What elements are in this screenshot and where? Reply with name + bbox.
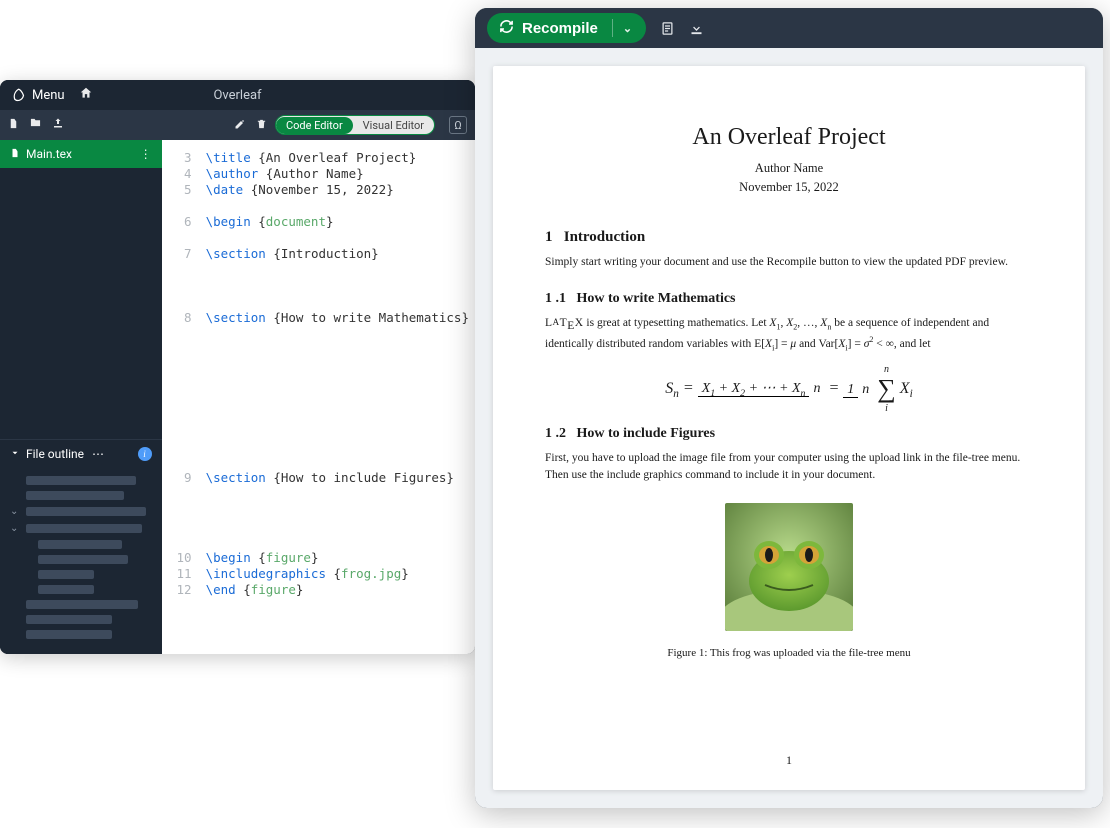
editor-body: Main.tex ⋮ File outline ⋯ i ⌄ ⌄: [0, 140, 475, 654]
outline-item[interactable]: [10, 597, 152, 612]
outline-items: ⌄ ⌄: [0, 467, 162, 654]
document-author: Author Name: [545, 161, 1033, 176]
info-icon[interactable]: i: [138, 447, 152, 461]
recompile-button[interactable]: Recompile ⌄: [487, 13, 646, 43]
outline-item[interactable]: ⌄: [10, 520, 152, 537]
editor-window: Menu Overleaf Code Editor Visual Editor …: [0, 80, 475, 654]
frog-image: [725, 503, 853, 631]
app-title: Overleaf: [213, 88, 261, 103]
code-lines[interactable]: \title {An Overleaf Project}\author {Aut…: [200, 140, 475, 654]
chevron-down-icon: [10, 447, 20, 461]
outline-item[interactable]: [10, 582, 152, 597]
figure-caption: Figure 1: This frog was uploaded via the…: [545, 647, 1033, 659]
outline-item[interactable]: [10, 473, 152, 488]
file-outline-panel: File outline ⋯ i ⌄ ⌄: [0, 439, 162, 654]
rename-icon[interactable]: [234, 118, 246, 133]
subsection-body: First, you have to upload the image file…: [545, 450, 1033, 483]
pdf-window: Recompile ⌄ An Overleaf Project Author N…: [475, 8, 1103, 808]
overleaf-logo-icon: [10, 87, 26, 103]
outline-item[interactable]: [10, 627, 152, 642]
file-item-main[interactable]: Main.tex ⋮: [0, 140, 162, 168]
pdf-toolbar: Recompile ⌄: [475, 8, 1103, 48]
code-editor[interactable]: 3456789101112 \title {An Overleaf Projec…: [162, 140, 475, 654]
outline-item[interactable]: [10, 567, 152, 582]
pdf-viewport[interactable]: An Overleaf Project Author Name November…: [475, 48, 1103, 808]
outline-item[interactable]: [10, 537, 152, 552]
document-title: An Overleaf Project: [545, 124, 1033, 151]
home-icon[interactable]: [79, 86, 93, 104]
outline-item[interactable]: ⌄: [10, 503, 152, 520]
new-file-icon[interactable]: [8, 117, 19, 133]
section-body: Simply start writing your document and u…: [545, 254, 1033, 271]
pdf-page: An Overleaf Project Author Name November…: [493, 66, 1085, 790]
outline-item[interactable]: [10, 552, 152, 567]
chevron-down-icon: ⌄: [10, 523, 20, 534]
editor-toolbar: Code Editor Visual Editor Ω: [0, 110, 475, 140]
equation: Sn = X1 + X2 + ⋯ + Xnn = 1n n∑i Xi: [545, 374, 1033, 404]
delete-icon[interactable]: [256, 118, 267, 133]
page-number: 1: [786, 753, 792, 768]
file-menu-icon[interactable]: ⋮: [140, 147, 152, 161]
editor-topbar: Menu Overleaf: [0, 80, 475, 110]
editor-mode-toggle: Code Editor Visual Editor: [275, 115, 435, 135]
line-gutter: 3456789101112: [162, 140, 200, 654]
upload-icon[interactable]: [52, 117, 64, 133]
new-folder-icon[interactable]: [29, 117, 42, 133]
logs-icon[interactable]: [660, 20, 675, 37]
outline-item[interactable]: [10, 488, 152, 503]
download-icon[interactable]: [689, 21, 704, 36]
special-char-button[interactable]: Ω: [449, 116, 467, 134]
subsection-body: LATEX is great at typesetting mathematic…: [545, 315, 1033, 354]
recompile-label: Recompile: [522, 20, 598, 37]
visual-editor-tab[interactable]: Visual Editor: [353, 117, 434, 134]
section-heading: 1 Introduction: [545, 229, 1033, 246]
outline-item[interactable]: [10, 612, 152, 627]
menu-button[interactable]: Menu: [10, 87, 65, 103]
file-sidebar: Main.tex ⋮ File outline ⋯ i ⌄ ⌄: [0, 140, 162, 654]
chevron-down-icon: ⌄: [623, 22, 632, 35]
subsection-heading: 1 .1 How to write Mathematics: [545, 291, 1033, 307]
subsection-heading: 1 .2 How to include Figures: [545, 426, 1033, 442]
chevron-down-icon: ⌄: [10, 506, 20, 517]
document-date: November 15, 2022: [545, 180, 1033, 195]
file-name: Main.tex: [26, 147, 72, 161]
code-editor-tab[interactable]: Code Editor: [276, 117, 353, 134]
figure: Figure 1: This frog was uploaded via the…: [545, 503, 1033, 659]
file-outline-header[interactable]: File outline ⋯ i: [0, 439, 162, 467]
menu-label: Menu: [32, 88, 65, 103]
ellipsis-icon: ⋯: [92, 447, 104, 461]
refresh-icon: [499, 19, 514, 38]
file-icon: [10, 147, 20, 162]
file-outline-title: File outline: [26, 447, 84, 461]
